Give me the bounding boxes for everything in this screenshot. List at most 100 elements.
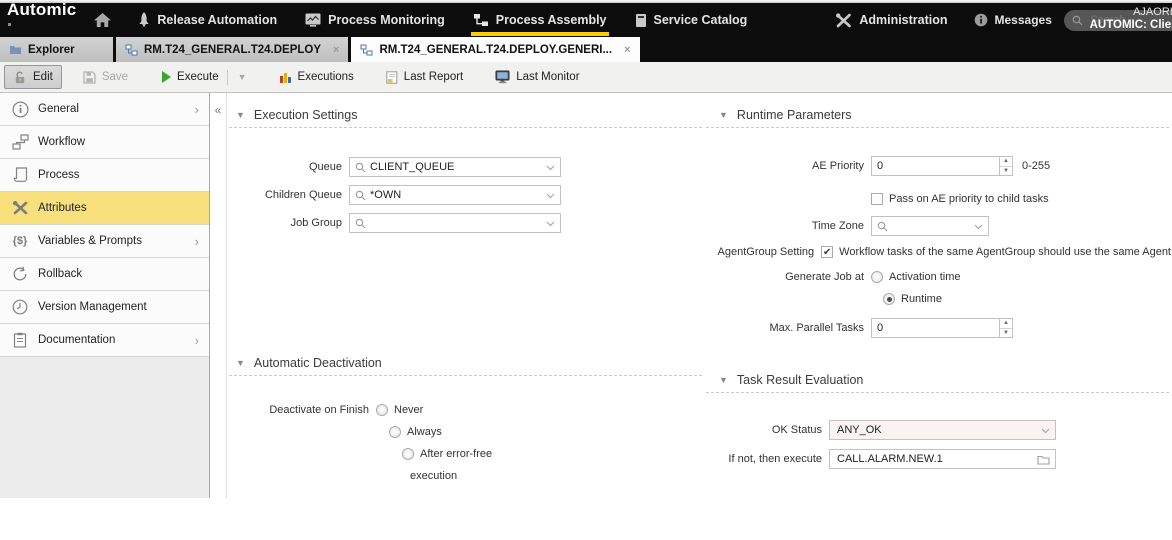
ok-status-row: OK Status ANY_OK [704, 420, 1171, 440]
section-divider [706, 127, 1169, 128]
spin-down-icon[interactable]: ▼ [1000, 329, 1012, 338]
sidebar-item-general[interactable]: General › [0, 93, 209, 126]
play-icon [162, 71, 172, 83]
radio-error-free-label: After error-free [420, 448, 493, 460]
max-parallel-input[interactable] [872, 322, 999, 334]
section-runtime-parameters[interactable]: ▼ Runtime Parameters [704, 106, 1171, 123]
chevron-down-icon[interactable] [546, 221, 555, 227]
sidebar-item-version-management[interactable]: Version Management [0, 291, 209, 324]
close-tab-icon[interactable]: × [624, 44, 630, 56]
radio-runtime[interactable] [883, 293, 895, 305]
radio-error-free-label-wrap: execution [410, 470, 458, 482]
clock-icon [8, 299, 32, 315]
browse-folder-icon[interactable] [1037, 454, 1050, 465]
section-divider [706, 392, 1169, 393]
user-info: AJAORIM AUTOMIC: Client [1090, 6, 1172, 32]
execute-dropdown-icon[interactable]: ▼ [238, 72, 247, 82]
nav-process-monitoring[interactable]: Process Monitoring [303, 6, 447, 35]
chevron-down-icon[interactable] [546, 193, 555, 199]
home-button[interactable] [93, 12, 112, 28]
tab-explorer[interactable]: Explorer [0, 37, 113, 62]
job-group-combobox[interactable] [349, 213, 561, 233]
section-title: Task Result Evaluation [736, 372, 864, 387]
save-label: Save [101, 71, 129, 83]
children-queue-combobox[interactable]: *OWN [349, 185, 561, 205]
deactivate-always-row: Always [389, 426, 704, 438]
sidebar-item-process[interactable]: Process [0, 159, 209, 192]
children-queue-value: *OWN [370, 189, 402, 201]
nav-release-automation[interactable]: Release Automation [136, 5, 279, 35]
sidebar-item-attributes[interactable]: Attributes [0, 192, 209, 225]
collapse-sidebar-icon[interactable]: « [215, 103, 222, 117]
radio-never[interactable] [376, 404, 388, 416]
chevron-down-icon[interactable] [1041, 428, 1050, 434]
sidebar-item-label: Version Management [38, 301, 147, 313]
section-automatic-deactivation[interactable]: ▼ Automatic Deactivation [227, 354, 704, 371]
nav-label: Administration [859, 13, 948, 27]
tab-deploy[interactable]: RM.T24_GENERAL.T24.DEPLOY × [116, 37, 349, 62]
tools-cross-icon [8, 200, 32, 216]
home-icon [93, 12, 112, 28]
queue-label: Queue [308, 161, 342, 173]
last-monitor-button[interactable]: Last Monitor [486, 65, 588, 89]
variables-icon: {$} [12, 235, 28, 247]
section-divider [229, 127, 702, 128]
section-task-result-evaluation[interactable]: ▼ Task Result Evaluation [704, 371, 1171, 388]
ae-priority-row: AE Priority ▲ ▼ 0-255 [704, 156, 1171, 176]
queue-value: CLIENT_QUEUE [370, 161, 455, 173]
deactivate-never-row: Deactivate on Finish Never [227, 404, 704, 416]
section-execution-settings[interactable]: ▼ Execution Settings [227, 106, 704, 123]
spin-up-icon[interactable]: ▲ [1000, 157, 1012, 167]
pass-on-priority-checkbox[interactable] [871, 193, 883, 205]
sidebar-item-label: Rollback [38, 268, 83, 280]
search-icon [877, 221, 888, 232]
sidebar-item-label: General [38, 103, 79, 115]
radio-after-error-free[interactable] [402, 448, 414, 460]
spin-up-icon[interactable]: ▲ [1000, 319, 1012, 329]
close-tab-icon[interactable]: × [333, 44, 339, 56]
workflow-tab-icon [125, 44, 138, 56]
spin-down-icon[interactable]: ▼ [1000, 167, 1012, 176]
max-parallel-spinner: ▲ ▼ [871, 318, 1013, 338]
nav-process-assembly[interactable]: Process Assembly [470, 6, 609, 36]
edit-button[interactable]: Edit [4, 65, 62, 89]
agentgroup-checkbox[interactable]: ✔ [821, 246, 834, 258]
queue-combobox[interactable]: CLIENT_QUEUE [349, 157, 561, 177]
radio-activation-time[interactable] [871, 271, 883, 283]
page-bottom-whitespace [0, 498, 1172, 540]
search-icon [355, 218, 366, 229]
chevron-down-icon[interactable] [546, 165, 555, 171]
ae-priority-spinner: ▲ ▼ [871, 156, 1013, 176]
last-report-button[interactable]: Last Report [377, 65, 472, 89]
sidebar-item-label: Variables & Prompts [38, 235, 142, 247]
radio-selected-dot [886, 296, 892, 302]
object-toolbar: Edit Save Execute ▼ Executions Last Repo… [0, 62, 1172, 93]
messages-button[interactable]: Messages [974, 13, 1052, 27]
if-not-execute-field[interactable] [829, 449, 1056, 469]
agentgroup-setting-row: AgentGroup Setting ✔ Workflow tasks of t… [704, 246, 1171, 258]
generate-job-label: Generate Job at [785, 271, 864, 283]
tab-deploy-generic[interactable]: RM.T24_GENERAL.T24.DEPLOY.GENERI... × [351, 37, 640, 62]
sidebar-item-rollback[interactable]: Rollback [0, 258, 209, 291]
save-button[interactable]: Save [74, 65, 137, 89]
sidebar-item-variables-prompts[interactable]: {$} Variables & Prompts › [0, 225, 209, 258]
radio-never-label: Never [394, 404, 424, 416]
nav-service-catalog[interactable]: Service Catalog [633, 6, 750, 35]
time-zone-combobox[interactable] [871, 216, 989, 236]
user-name: AJAORIM [1133, 6, 1172, 18]
ae-priority-input[interactable] [872, 160, 999, 172]
radio-always[interactable] [389, 426, 401, 438]
sidebar-item-workflow[interactable]: Workflow [0, 126, 209, 159]
last-monitor-label: Last Monitor [516, 71, 580, 83]
if-not-execute-input[interactable] [832, 453, 1035, 465]
chevron-down-icon[interactable] [974, 224, 983, 230]
search-icon [355, 190, 366, 201]
deactivate-wrap-row: execution [410, 470, 704, 482]
nav-administration[interactable]: Administration [833, 6, 949, 35]
tab-label: RM.T24_GENERAL.T24.DEPLOY.GENERI... [379, 43, 613, 56]
executions-button[interactable]: Executions [270, 65, 363, 89]
execute-button[interactable]: Execute ▼ [153, 65, 255, 89]
deactivate-error-free-row: After error-free [402, 448, 704, 460]
sidebar-item-documentation[interactable]: Documentation › [0, 324, 209, 357]
ok-status-select[interactable]: ANY_OK [829, 420, 1056, 440]
